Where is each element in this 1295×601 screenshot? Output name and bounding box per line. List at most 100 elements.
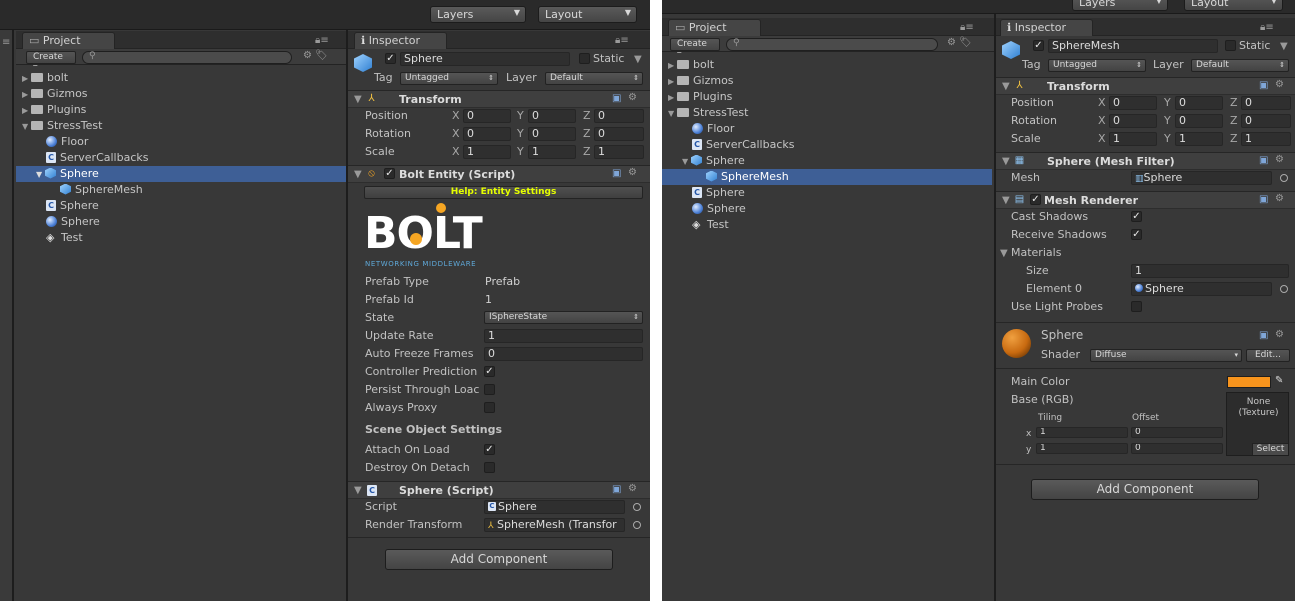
layout-dropdown[interactable]: Layout ▼ <box>538 6 637 23</box>
active-checkbox[interactable]: ✓ <box>1033 40 1044 51</box>
layer-dropdown[interactable]: Default ⇕ <box>1191 59 1289 72</box>
controller-prediction-checkbox[interactable]: ✓ <box>484 366 495 377</box>
tree-item-spheremesh[interactable]: SphereMesh <box>662 169 992 185</box>
object-picker-icon[interactable] <box>633 503 641 511</box>
auto-freeze-field[interactable]: 0 <box>484 347 643 361</box>
gear-icon[interactable]: ⚙ <box>1275 329 1284 340</box>
filter-icon[interactable]: ⚙ 🏷︎ <box>947 37 972 48</box>
chevron-down-icon[interactable]: ▼ <box>1280 41 1288 52</box>
lock-icon[interactable]: 🔒︎≡ <box>960 22 974 33</box>
filter-icon[interactable]: ⚙ 🏷︎ <box>303 50 328 61</box>
edit-shader-button[interactable]: Edit... <box>1246 349 1290 362</box>
expand-arrow-icon[interactable]: ▶ <box>668 90 677 106</box>
tree-item-spheremesh[interactable]: SphereMesh <box>60 182 342 198</box>
tree-item-test[interactable]: ◈ Test <box>692 217 988 233</box>
state-dropdown[interactable]: ISphereState ⇕ <box>484 311 643 324</box>
object-picker-icon[interactable] <box>1280 174 1288 182</box>
rotation-y-field[interactable]: 0 <box>1175 114 1223 128</box>
tree-item-plugins[interactable]: ▶ Plugins <box>22 102 342 118</box>
foldout-arrow-icon[interactable]: ▼ <box>354 485 362 496</box>
foldout-arrow-icon[interactable]: ▼ <box>1002 81 1010 92</box>
create-button[interactable]: Create ▾ <box>670 38 720 60</box>
collapse-arrow-icon[interactable]: ▼ <box>36 167 45 183</box>
layout-dropdown[interactable]: Layout ▼ <box>1184 0 1283 11</box>
object-picker-icon[interactable] <box>1280 285 1288 293</box>
bolt-enabled-checkbox[interactable]: ✓ <box>384 168 395 179</box>
tag-dropdown[interactable]: Untagged ⇕ <box>400 72 498 85</box>
rotation-x-field[interactable]: 0 <box>463 127 511 141</box>
rotation-x-field[interactable]: 0 <box>1109 114 1157 128</box>
foldout-arrow-icon[interactable]: ▼ <box>1000 248 1008 259</box>
add-component-button[interactable]: Add Component <box>1031 479 1259 500</box>
persist-checkbox[interactable] <box>484 384 495 395</box>
foldout-arrow-icon[interactable]: ▼ <box>1002 156 1010 167</box>
menu-icon[interactable]: ≡ <box>2 37 10 48</box>
gear-icon[interactable]: ⚙ <box>628 167 637 178</box>
help-entity-settings-button[interactable]: Help: Entity Settings <box>364 186 643 199</box>
help-book-icon[interactable]: ▣ <box>1259 80 1268 91</box>
tree-item-sphere-material[interactable]: Sphere <box>46 214 342 230</box>
attach-on-load-checkbox[interactable]: ✓ <box>484 444 495 455</box>
expand-arrow-icon[interactable]: ▶ <box>668 74 677 90</box>
tree-item-gizmos[interactable]: ▶ Gizmos <box>22 86 342 102</box>
tree-item-plugins[interactable]: ▶ Plugins <box>668 89 988 105</box>
main-color-swatch[interactable] <box>1227 376 1271 388</box>
layer-dropdown[interactable]: Default ⇕ <box>545 72 643 85</box>
search-input[interactable]: ⚲ <box>726 38 938 51</box>
cast-shadows-checkbox[interactable]: ✓ <box>1131 211 1142 222</box>
tab-inspector[interactable]: ℹ Inspector <box>354 32 447 49</box>
tree-item-test[interactable]: ◈ Test <box>46 230 342 246</box>
tree-item-servercallbacks[interactable]: C ServerCallbacks <box>692 137 988 153</box>
name-field[interactable]: SphereMesh <box>1048 39 1218 53</box>
position-z-field[interactable]: 0 <box>594 109 644 123</box>
script-field[interactable]: C Sphere <box>484 500 625 514</box>
gear-icon[interactable]: ⚙ <box>628 483 637 494</box>
layers-dropdown[interactable]: Layers ▼ <box>1072 0 1168 11</box>
tag-dropdown[interactable]: Untagged ⇕ <box>1048 59 1146 72</box>
add-component-button[interactable]: Add Component <box>385 549 613 570</box>
sphere-script-header[interactable] <box>348 481 650 499</box>
light-probes-checkbox[interactable] <box>1131 301 1142 312</box>
rotation-y-field[interactable]: 0 <box>528 127 576 141</box>
gear-icon[interactable]: ⚙ <box>628 92 637 103</box>
rotation-z-field[interactable]: 0 <box>1241 114 1291 128</box>
collapse-arrow-icon[interactable]: ▼ <box>668 106 677 122</box>
help-book-icon[interactable]: ▣ <box>612 168 621 179</box>
offset-x-field[interactable]: 0 <box>1131 427 1223 438</box>
transform-header[interactable] <box>996 77 1295 95</box>
tree-item-sphere-script[interactable]: C Sphere <box>46 198 342 214</box>
tab-project[interactable]: ▭ Project <box>668 19 761 36</box>
tree-item-servercallbacks[interactable]: C ServerCallbacks <box>46 150 342 166</box>
expand-arrow-icon[interactable]: ▶ <box>668 58 677 74</box>
tree-item-floor[interactable]: Floor <box>46 134 342 150</box>
texture-slot[interactable]: None (Texture) Select <box>1226 392 1289 456</box>
collapse-arrow-icon[interactable]: ▼ <box>22 119 31 135</box>
tree-item-bolt[interactable]: ▶ bolt <box>668 57 988 73</box>
lock-icon[interactable]: 🔒︎≡ <box>315 35 329 46</box>
tiling-y-field[interactable]: 1 <box>1036 443 1128 454</box>
tree-item-stresstest[interactable]: ▼ StressTest <box>22 118 342 134</box>
position-y-field[interactable]: 0 <box>1175 96 1223 110</box>
lock-icon[interactable]: 🔒︎≡ <box>1260 22 1274 33</box>
element-0-field[interactable]: Sphere <box>1131 282 1272 296</box>
receive-shadows-checkbox[interactable]: ✓ <box>1131 229 1142 240</box>
expand-arrow-icon[interactable]: ▶ <box>22 87 31 103</box>
static-checkbox[interactable] <box>579 53 590 64</box>
tree-item-sphere-script[interactable]: C Sphere <box>692 185 988 201</box>
help-book-icon[interactable]: ▣ <box>612 93 621 104</box>
create-button[interactable]: Create ▾ <box>26 51 76 73</box>
shader-dropdown[interactable]: Diffuse ▾ <box>1090 349 1242 362</box>
mesh-renderer-enabled-checkbox[interactable]: ✓ <box>1030 194 1041 205</box>
scale-x-field[interactable]: 1 <box>463 145 511 159</box>
offset-y-field[interactable]: 0 <box>1131 443 1223 454</box>
scale-z-field[interactable]: 1 <box>594 145 644 159</box>
help-book-icon[interactable]: ▣ <box>1259 330 1268 341</box>
scale-y-field[interactable]: 1 <box>1175 132 1223 146</box>
tree-item-floor[interactable]: Floor <box>692 121 988 137</box>
collapse-arrow-icon[interactable]: ▼ <box>682 154 691 170</box>
search-input[interactable]: ⚲ <box>82 51 292 64</box>
active-checkbox[interactable]: ✓ <box>385 53 396 64</box>
mesh-field[interactable]: ▥Sphere <box>1131 171 1272 185</box>
foldout-arrow-icon[interactable]: ▼ <box>1002 195 1010 206</box>
help-book-icon[interactable]: ▣ <box>612 484 621 495</box>
